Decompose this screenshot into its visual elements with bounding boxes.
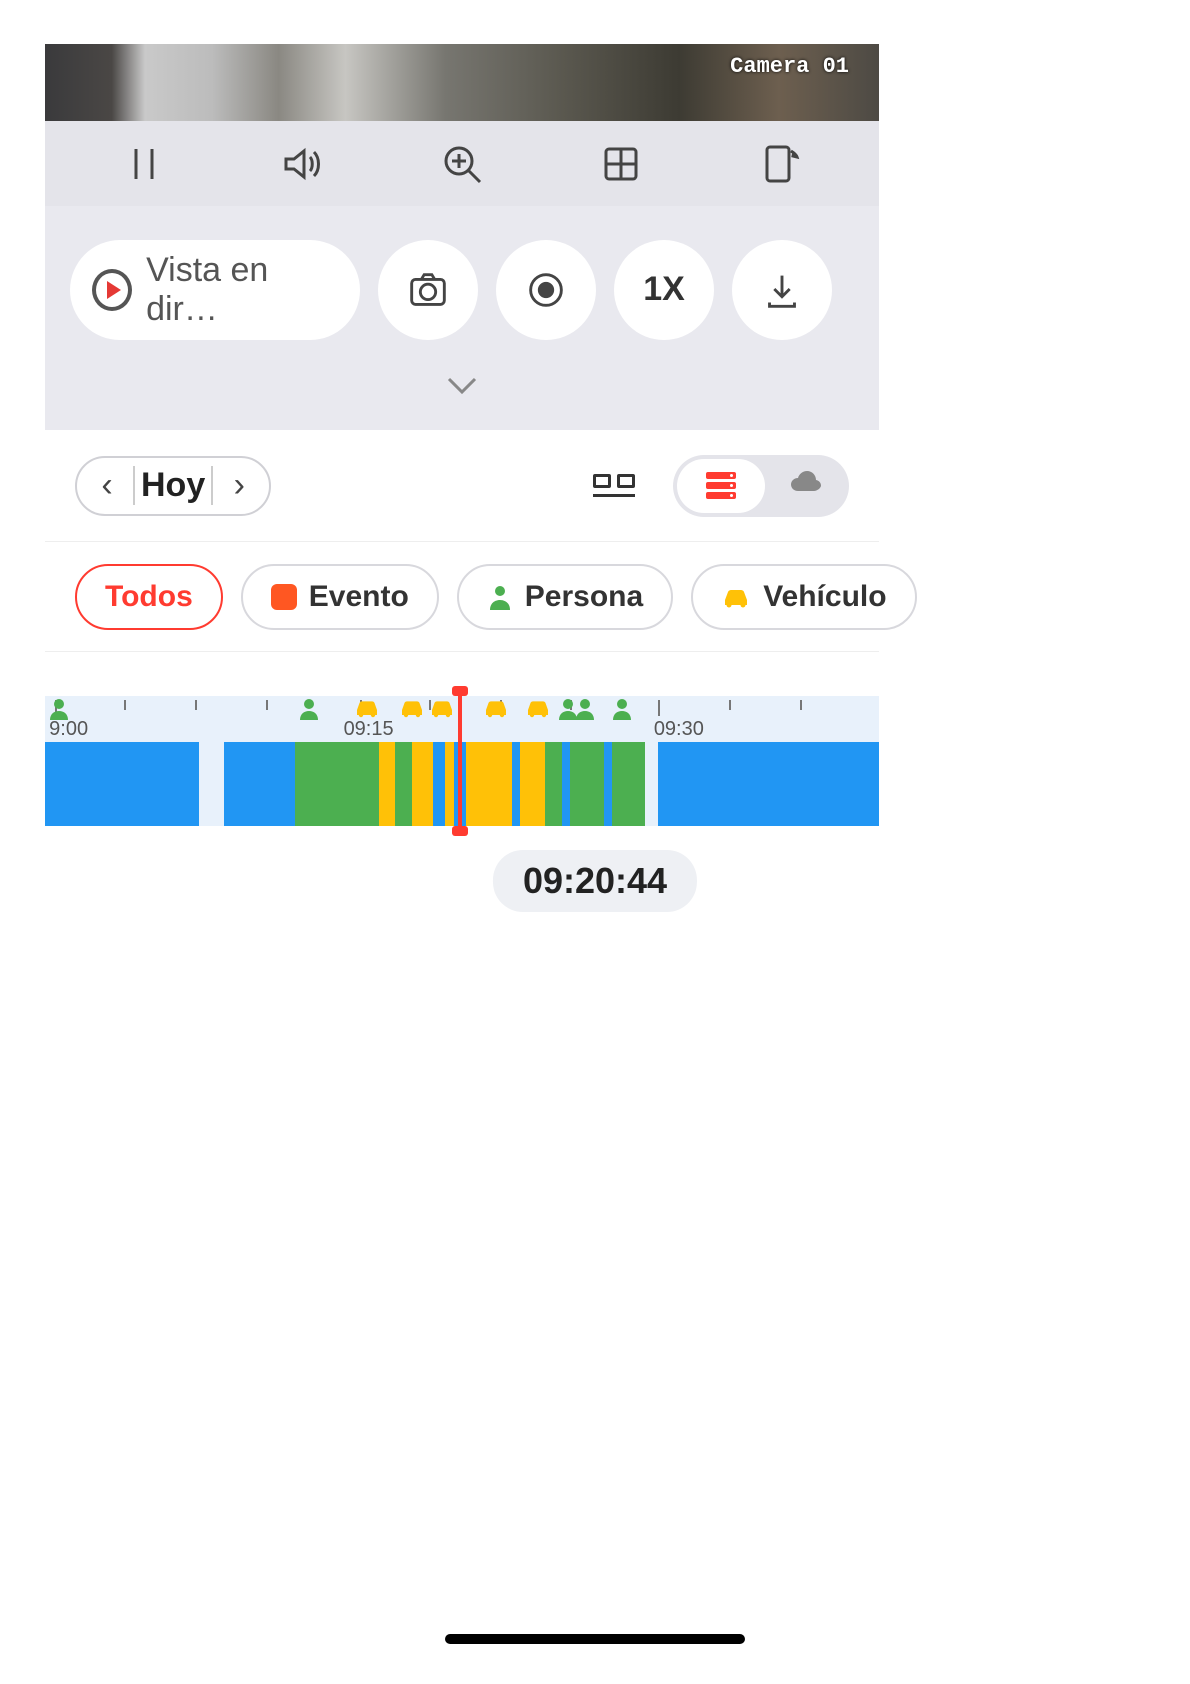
timeline-person-icon xyxy=(612,698,632,725)
cloud-storage-option[interactable] xyxy=(765,459,845,513)
timeline-ticks: 9:00 09:15 09:30 xyxy=(45,696,879,742)
home-indicator xyxy=(445,1634,745,1644)
event-icon xyxy=(271,584,297,610)
prev-day-button[interactable]: ‹ xyxy=(87,466,127,505)
car-icon xyxy=(721,586,751,608)
timeline-segment xyxy=(45,742,199,826)
cloud-icon xyxy=(787,465,823,506)
date-selector-bar: ‹ Hoy › xyxy=(45,430,879,542)
timeline-segment xyxy=(295,742,378,826)
playback-timeline[interactable]: 9:00 09:15 09:30 xyxy=(45,696,879,826)
timeline-car-icon xyxy=(399,698,425,723)
current-time-label: 09:20:44 xyxy=(523,860,667,901)
record-button[interactable] xyxy=(496,240,596,340)
event-filter-bar: Todos Evento Persona Vehículo xyxy=(45,542,879,652)
speed-label: 1X xyxy=(643,270,685,309)
timeline-segment xyxy=(412,742,433,826)
filter-person[interactable]: Persona xyxy=(457,564,673,630)
playback-speed-button[interactable]: 1X xyxy=(614,240,714,340)
view-mode-button[interactable] xyxy=(593,461,643,511)
next-day-button[interactable]: › xyxy=(219,466,259,505)
sound-button[interactable] xyxy=(268,134,338,194)
player-toolbar xyxy=(45,121,879,206)
timeline-segment xyxy=(520,742,545,826)
timeline-segment xyxy=(224,742,295,826)
timeline-person-icon xyxy=(49,698,69,725)
filter-all[interactable]: Todos xyxy=(75,564,223,630)
timeline-track[interactable] xyxy=(45,742,879,826)
filter-vehicle[interactable]: Vehículo xyxy=(691,564,916,630)
current-time-bubble: 09:20:44 xyxy=(493,850,697,912)
timeline-car-icon xyxy=(354,698,380,723)
filter-event-label: Evento xyxy=(309,580,409,614)
date-label[interactable]: Hoy xyxy=(133,466,213,505)
collapse-panel-button[interactable] xyxy=(45,347,879,426)
action-panel: Vista en dir… 1X xyxy=(45,206,879,430)
filter-vehicle-label: Vehículo xyxy=(763,580,886,614)
storage-toggle[interactable] xyxy=(673,455,849,517)
timeline-segment xyxy=(570,742,603,826)
camera-overlay-label: Camera 01 xyxy=(730,54,849,79)
timeline-segment xyxy=(658,742,879,826)
timeline-segment xyxy=(512,742,520,826)
timeline-segment xyxy=(379,742,396,826)
timeline-segment xyxy=(604,742,612,826)
live-view-label: Vista en dir… xyxy=(146,251,338,329)
filter-event[interactable]: Evento xyxy=(241,564,439,630)
person-icon xyxy=(487,584,513,610)
date-picker: ‹ Hoy › xyxy=(75,456,271,516)
timeline-car-icon xyxy=(525,698,551,723)
timeline-segment xyxy=(562,742,570,826)
filter-person-label: Persona xyxy=(525,580,643,614)
filter-all-label: Todos xyxy=(105,580,193,614)
timeline-segment xyxy=(545,742,562,826)
play-icon xyxy=(92,269,132,311)
timeline-segment xyxy=(395,742,412,826)
timeline-person-icon xyxy=(575,698,595,725)
camera-video-preview[interactable]: Camera 01 xyxy=(45,44,879,121)
pause-button[interactable] xyxy=(109,134,179,194)
playhead[interactable] xyxy=(458,690,462,832)
local-storage-option[interactable] xyxy=(677,459,765,513)
timeline-segment xyxy=(433,742,446,826)
download-button[interactable] xyxy=(732,240,832,340)
grid-layout-button[interactable] xyxy=(586,134,656,194)
timeline-segment xyxy=(445,742,453,826)
zoom-in-button[interactable] xyxy=(427,134,497,194)
rotate-device-button[interactable] xyxy=(745,134,815,194)
snapshot-button[interactable] xyxy=(378,240,478,340)
timeline-segment xyxy=(466,742,512,826)
timeline-car-icon xyxy=(483,698,509,723)
timeline-car-icon xyxy=(429,698,455,723)
timeline-segment xyxy=(612,742,645,826)
timeline-person-icon xyxy=(299,698,319,725)
live-view-button[interactable]: Vista en dir… xyxy=(70,240,360,340)
hdd-icon xyxy=(706,472,736,499)
tick-label-2: 09:30 xyxy=(654,718,704,741)
